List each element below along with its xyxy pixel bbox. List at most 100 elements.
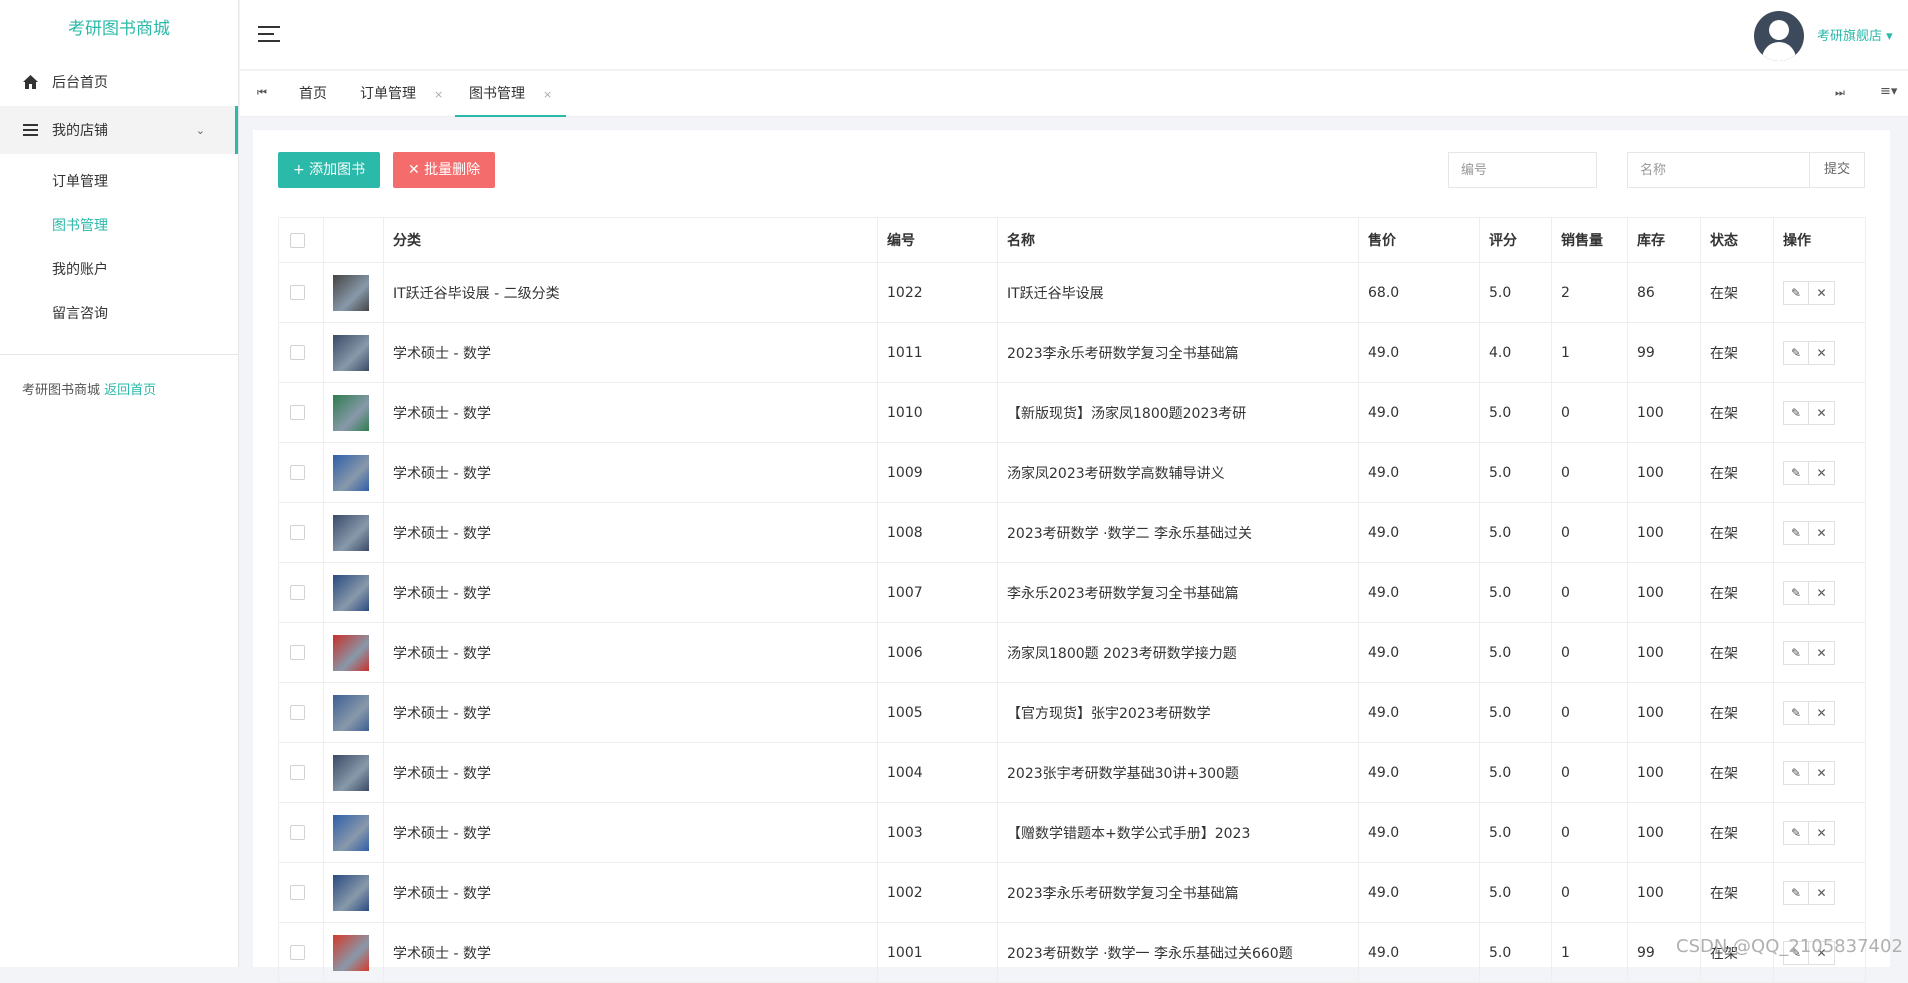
row-select-cell[interactable] [278,622,324,683]
row-select-cell[interactable] [278,382,324,443]
delete-icon[interactable]: ✕ [1809,400,1835,425]
book-cover-image [333,574,369,611]
row-select-cell[interactable] [278,502,324,563]
category-cell: 学术硕士 - 数学 [383,442,878,503]
edit-icon[interactable]: ✎ [1783,880,1809,905]
id-cell: 1010 [877,382,998,443]
back-home-link[interactable]: 返回首页 [104,383,156,398]
sidebar-item-messages[interactable]: 留言咨询 [0,292,238,336]
edit-icon[interactable]: ✎ [1783,700,1809,725]
id-cell: 1001 [877,922,998,983]
select-all-checkbox[interactable] [290,232,305,248]
nav-my-shop[interactable]: 我的店铺 ⌄ [0,106,238,154]
user-menu[interactable]: 考研旗舰店 ▾ [1817,25,1893,44]
tab-scroll-left-icon[interactable]: ⏮ [257,86,267,100]
row-checkbox[interactable] [290,525,305,540]
batch-delete-button[interactable]: ✕ 批量删除 [393,152,496,188]
edit-icon[interactable]: ✎ [1783,820,1809,845]
row-checkbox[interactable] [290,345,305,360]
submit-button[interactable]: 提交 [1809,152,1865,188]
row-checkbox[interactable] [290,765,305,780]
chevron-down-icon: ⌄ [195,123,205,137]
tab-orders[interactable]: 订单管理 × [360,71,443,117]
edit-icon[interactable]: ✎ [1783,280,1809,305]
row-checkbox[interactable] [290,405,305,420]
close-icon[interactable]: × [434,88,443,101]
status-cell: 在架 [1700,442,1774,503]
delete-icon[interactable]: ✕ [1809,820,1835,845]
row-checkbox[interactable] [290,825,305,840]
row-select-cell[interactable] [278,742,324,803]
sidebar-item-books[interactable]: 图书管理 [0,204,238,248]
avatar[interactable] [1754,11,1804,61]
book-table: 分类 编号 名称 售价 评分 销售量 库存 状态 操作 IT跃迁谷毕设展 - 二… [278,217,1866,983]
id-cell: 1006 [877,622,998,683]
row-select-cell[interactable] [278,802,324,863]
row-select-cell[interactable] [278,682,324,743]
table-row: 学术硕士 - 数学 1003 【赠数学错题本+数学公式手册】2023 49.0 5.0 0… [278,802,1866,863]
delete-icon[interactable]: ✕ [1809,640,1835,665]
category-cell: IT跃迁谷毕设展 - 二级分类 [383,262,878,323]
brand-title: 考研图书商城 [68,19,170,39]
edit-icon[interactable]: ✎ [1783,520,1809,545]
tab-scroll-right-icon[interactable]: ⏭ [1835,86,1845,100]
actions-cell: ✎ ✕ [1773,442,1866,503]
nav-home-label: 后台首页 [52,75,108,91]
row-checkbox[interactable] [290,645,305,660]
status-cell: 在架 [1700,262,1774,323]
stock-cell: 100 [1627,622,1701,683]
row-checkbox[interactable] [290,705,305,720]
delete-icon[interactable]: ✕ [1809,700,1835,725]
delete-icon[interactable]: ✕ [1809,460,1835,485]
id-search-input[interactable] [1448,152,1597,188]
row-checkbox[interactable] [290,465,305,480]
shop-submenu: 订单管理 图书管理 我的账户 留言咨询 [0,154,238,336]
thumb-cell [323,442,384,503]
row-select-cell[interactable] [278,322,324,383]
row-checkbox[interactable] [290,285,305,300]
add-book-button[interactable]: + 添加图书 [278,152,381,188]
category-cell: 学术硕士 - 数学 [383,922,878,983]
row-select-cell[interactable] [278,442,324,503]
tab-menu-icon[interactable]: ≡▾ [1880,84,1897,99]
id-cell: 1008 [877,502,998,563]
table-row: 学术硕士 - 数学 1006 汤家凤1800题 2023考研数学接力题 49.0 5.0… [278,622,1866,683]
table-row: 学术硕士 - 数学 1010 【新版现货】汤家凤1800题2023考研 49.0 5.0… [278,382,1866,443]
price-cell: 68.0 [1358,262,1480,323]
edit-icon[interactable]: ✎ [1783,580,1809,605]
thumb-cell [323,502,384,563]
row-checkbox[interactable] [290,585,305,600]
name-search-input[interactable] [1627,152,1810,188]
nav-home[interactable]: 后台首页 [0,58,238,106]
edit-icon[interactable]: ✎ [1783,460,1809,485]
row-checkbox[interactable] [290,885,305,900]
rating-cell: 5.0 [1479,502,1552,563]
delete-icon[interactable]: ✕ [1809,520,1835,545]
menu-toggle-icon[interactable] [258,26,280,44]
tab-books[interactable]: 图书管理 × [455,71,567,117]
col-actions: 操作 [1773,217,1866,263]
table-row: 学术硕士 - 数学 1011 2023李永乐考研数学复习全书基础篇 49.0 4.0 1 9… [278,322,1866,383]
edit-icon[interactable]: ✎ [1783,640,1809,665]
row-checkbox[interactable] [290,945,305,960]
tab-home[interactable]: 首页 [299,71,327,117]
sidebar-item-account[interactable]: 我的账户 [0,248,238,292]
edit-icon[interactable]: ✎ [1783,400,1809,425]
row-select-cell[interactable] [278,862,324,923]
delete-icon[interactable]: ✕ [1809,880,1835,905]
delete-icon[interactable]: ✕ [1809,760,1835,785]
rating-cell: 4.0 [1479,322,1552,383]
row-select-cell[interactable] [278,922,324,983]
edit-icon[interactable]: ✎ [1783,760,1809,785]
close-icon[interactable]: × [543,88,552,101]
row-select-cell[interactable] [278,562,324,623]
row-select-cell[interactable] [278,262,324,323]
delete-icon[interactable]: ✕ [1809,580,1835,605]
footer-text: 考研图书商城 [22,383,101,398]
delete-icon[interactable]: ✕ [1809,280,1835,305]
stock-cell: 100 [1627,442,1701,503]
sidebar-item-orders[interactable]: 订单管理 [0,160,238,204]
select-all-cell[interactable] [278,217,324,263]
edit-icon[interactable]: ✎ [1783,340,1809,365]
delete-icon[interactable]: ✕ [1809,340,1835,365]
